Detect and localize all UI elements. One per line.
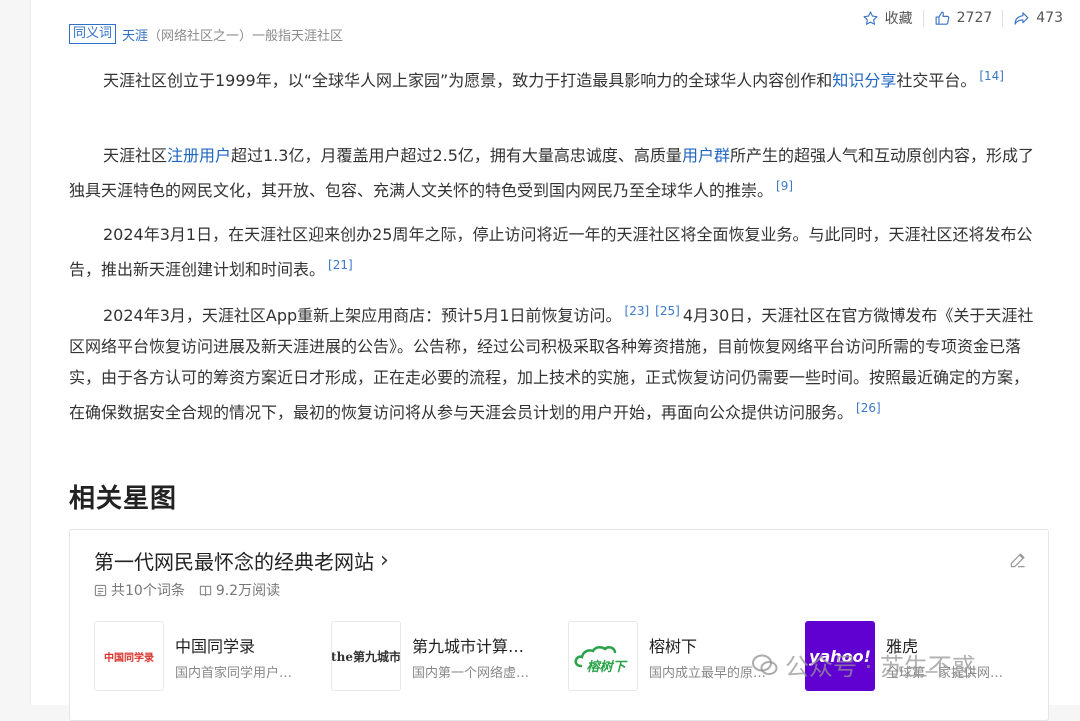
atlas-item[interactable]: 中国同学录 中国同学录 国内首家同学用户… [94,621,331,691]
like-count: 2727 [956,10,993,26]
watermark: 公众号 · 苏生不惑 [751,647,976,682]
item-desc: 国内首家同学用户… [175,666,293,681]
citation-link[interactable]: [14] [979,69,1004,83]
the9-logo: the第九城市 [331,621,401,691]
atlas-meta: 共10个词条 9.2万阅读 [94,580,280,600]
related-atlas-card: 第一代网民最怀念的经典老网站 › 共10个词条 9.2万阅读 中国同学录 中国同… [69,529,1049,721]
paragraph-text: 社交平台。 [896,71,977,90]
edit-icon[interactable] [1008,550,1028,570]
citation-link[interactable]: [26] [856,401,881,415]
citation-link[interactable]: [25] [655,304,680,318]
paragraph-text: 天涯社区 [103,146,168,165]
thumbs-up-icon [935,11,949,25]
reads-count: 9.2万阅读 [199,580,280,600]
share-count: 473 [1036,10,1063,26]
atlas-title: 第一代网民最怀念的经典老网站 [94,550,374,574]
action-bar: 收藏 2727 473 [852,8,1073,28]
paragraph-2: 天涯社区注册用户超过1.3亿，月覆盖用户超过2.5亿，拥有大量高忠诚度、高质量用… [69,140,1041,206]
page-content: 收藏 2727 473 同义词 天涯 （网络社区之一）一般指天涯社区 天涯社区创… [30,0,1080,721]
logo-text: 中国同学录 [104,652,154,664]
tongxuelu-logo: 中国同学录 [94,621,164,691]
synonym-tag: 同义词 [69,24,117,44]
link-user-group[interactable]: 用户群 [682,146,730,165]
citation-link[interactable]: [23] [625,304,650,318]
paragraph-3: 2024年3月1日，在天涯社区迎来创办25周年之际，停止访问将近一年的天涯社区将… [69,219,1041,285]
like-button[interactable]: 2727 [922,9,1003,27]
chevron-right-icon: › [380,548,389,573]
watermark-text: 公众号 · 苏生不惑 [785,653,976,681]
book-icon [199,585,211,596]
paragraph-text: 天涯社区创立于1999年，以“全球华人网上家园”为愿景，致力于打造最具影响力的全… [103,71,833,90]
star-icon [863,10,878,25]
citation-link[interactable]: [9] [776,179,793,193]
paragraph-text: 2024年3月，天涯社区App重新上架应用商店：预计5月1日前恢复访问。 [103,306,622,325]
synonym-term-link[interactable]: 天涯 [122,25,148,44]
item-desc: 国内第一个网络虚… [412,666,530,681]
paragraph-text: 超过1.3亿，月覆盖用户超过2.5亿，拥有大量高忠诚度、高质量 [231,146,682,165]
atlas-item[interactable]: the第九城市 第九城市计算… 国内第一个网络虚… [331,621,568,691]
link-knowledge-sharing[interactable]: 知识分享 [832,71,896,90]
synonym-notice: 同义词 天涯 （网络社区之一）一般指天涯社区 [69,24,343,44]
document-icon [94,584,107,596]
link-registered-users[interactable]: 注册用户 [167,146,231,165]
section-title: 相关星图 [69,483,178,513]
atlas-title-link[interactable]: 第一代网民最怀念的经典老网站 › [94,546,389,575]
entries-count: 共10个词条 [94,580,185,600]
citation-link[interactable]: [21] [328,258,353,272]
paragraph-4: 2024年3月，天涯社区App重新上架应用商店：预计5月1日前恢复访问。 [23]… [69,296,1041,428]
entries-label: 共10个词条 [111,583,185,599]
paragraph-text: 2024年3月1日，在天涯社区迎来创办25周年之际，停止访问将近一年的天涯社区将… [69,225,1033,279]
synonym-note: （网络社区之一）一般指天涯社区 [148,28,344,44]
favorite-button[interactable]: 收藏 [852,8,923,28]
favorite-label: 收藏 [884,11,913,27]
item-name: 第九城市计算… [412,637,525,656]
logo-text: 榕树下 [586,659,626,675]
wechat-icon [752,654,778,675]
paragraph-1: 天涯社区创立于1999年，以“全球华人网上家园”为愿景，致力于打造最具影响力的全… [69,61,1041,96]
share-icon [1014,11,1029,25]
reads-label: 9.2万阅读 [215,583,281,599]
rongshuxia-logo: 榕树下 [568,621,638,691]
item-name: 中国同学录 [175,637,256,656]
share-button[interactable]: 473 [1002,9,1073,27]
logo-text: the第九城市 [331,649,401,664]
